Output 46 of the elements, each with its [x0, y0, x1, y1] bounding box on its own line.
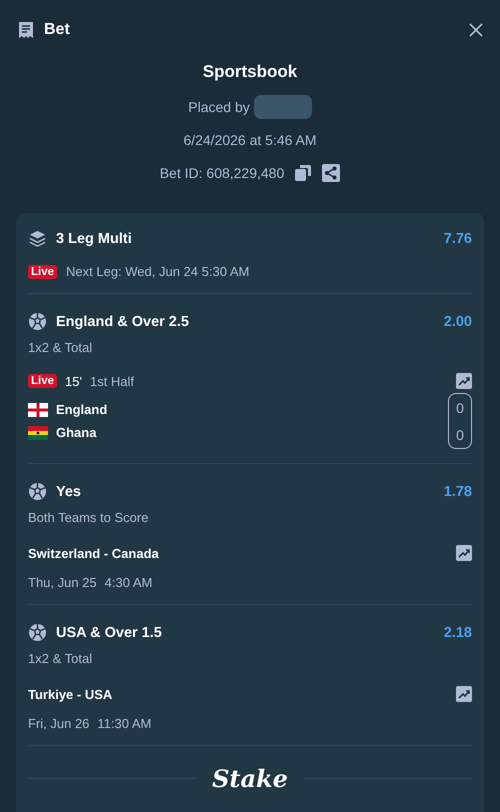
match-period: 1st Half [90, 374, 134, 388]
modal-title: Bet [44, 21, 70, 39]
market-name: 1x2 & Total [28, 340, 94, 355]
live-badge: Live [28, 264, 58, 278]
market-name: Both Teams to Score [28, 510, 150, 525]
leg-odds: 2.18 [444, 624, 472, 640]
share-icon[interactable] [322, 164, 340, 182]
striped-flag-icon [28, 426, 48, 440]
match-date: Fri, Jun 26 [28, 716, 90, 731]
brand-logo: Stake [211, 764, 289, 793]
match-name: Turkiye - USA [28, 686, 112, 702]
bet-date: 6/24/2026 at 5:46 AM [183, 131, 317, 150]
selection-name: Yes [56, 484, 81, 500]
match-minute: 15' [65, 374, 82, 388]
stats-icon[interactable] [456, 545, 472, 561]
team-score: 0 [456, 426, 464, 442]
receipt-icon [16, 20, 36, 40]
stats-icon[interactable] [456, 686, 472, 702]
placed-by-label: Placed by [188, 99, 250, 115]
copy-icon[interactable] [294, 164, 312, 182]
selection-name: England & Over 2.5 [56, 314, 189, 330]
live-badge: Live [28, 374, 58, 388]
bet-id: Bet ID: 608,229,480 [160, 165, 284, 181]
sportsbook-title: Sportsbook [202, 62, 298, 83]
selection-name: USA & Over 1.5 [56, 624, 162, 640]
match-date: Thu, Jun 25 [28, 575, 97, 590]
match-time: 11:30 AM [97, 716, 152, 731]
soccer-ball-icon [28, 482, 47, 501]
stats-icon[interactable] [456, 373, 472, 389]
team-name: England [56, 402, 108, 417]
soccer-ball-icon [28, 623, 47, 642]
next-leg-time: Next Leg: Wed, Jun 24 5:30 AM [66, 264, 250, 279]
soccer-ball-icon [28, 312, 47, 331]
close-button[interactable] [468, 22, 484, 38]
match-time: 4:30 AM [104, 575, 152, 590]
cross-flag-icon [28, 402, 48, 416]
leg-odds: 2.00 [444, 314, 472, 330]
team-score: 0 [456, 400, 464, 416]
total-odds: 7.76 [444, 230, 472, 246]
match-name: Switzerland - Canada [28, 546, 159, 560]
layers-icon [28, 229, 47, 248]
market-name: 1x2 & Total [28, 651, 94, 666]
leg-odds: 1.78 [444, 484, 472, 500]
bet-type: 3 Leg Multi [56, 230, 132, 246]
team-name: Ghana [56, 425, 96, 440]
redacted-username [254, 95, 312, 119]
